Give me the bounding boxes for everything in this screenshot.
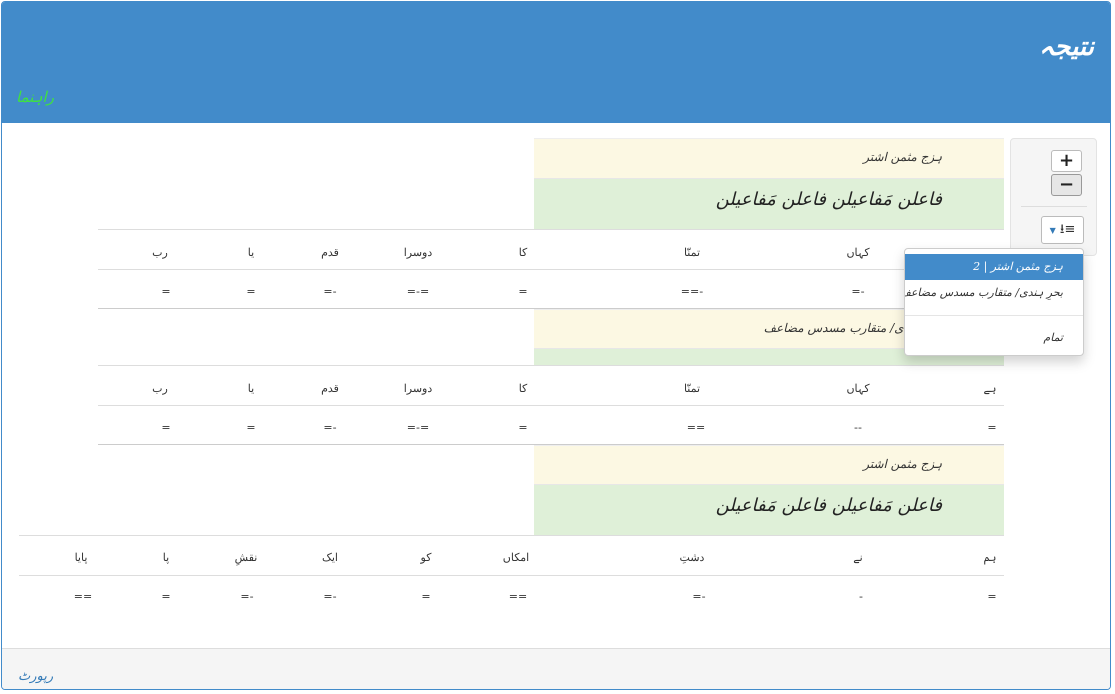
scansion-code: =-= (406, 285, 430, 298)
results-panel: نتیجہ راہنما ہزج مثمن اشتر فاعلن مَفاعیل… (1, 1, 1111, 690)
report-link[interactable]: رپورٹ (18, 669, 53, 684)
word: تمنّا (683, 246, 701, 259)
scansion-code: = (246, 421, 256, 434)
word: کا (518, 246, 528, 259)
word: قدم (321, 382, 339, 395)
scansion-code: =- (323, 590, 337, 603)
meter-name: ہزج مثمن اشتر (534, 138, 1004, 178)
word: یا (247, 382, 255, 395)
scansion-code: = (421, 590, 431, 603)
word: ہے (983, 382, 997, 395)
word: نقشِ (234, 551, 258, 564)
word: تمنّا (683, 382, 701, 395)
word: دوسرا (403, 382, 433, 395)
divider (98, 269, 1004, 270)
word: پا (162, 551, 170, 564)
meter-feet: فاعلن مَفاعیلن فاعلن مَفاعیلن (534, 178, 1004, 229)
word: رب (152, 382, 168, 395)
scansion-code: = (987, 590, 997, 603)
sort-icon: ⭳≡ (1059, 222, 1076, 237)
divider (98, 229, 1004, 230)
scansion-code: = (161, 285, 171, 298)
word: دشتِ (679, 551, 705, 564)
scansion-code: =- (851, 285, 865, 298)
meter-feet: فاعلن مَفاعیلن فاعلن مَفاعیلن (534, 484, 1004, 535)
word: یا (247, 246, 255, 259)
divider (1021, 206, 1087, 207)
meter-name: ہزج مثمن اشتر (534, 445, 1004, 485)
word: ایک (322, 551, 338, 564)
page-title: نتیجہ (1039, 32, 1094, 62)
word: نے (853, 551, 863, 564)
dropdown-item[interactable]: ہزج مثمن اشتر | 2 (905, 254, 1083, 280)
scansion-code: = (161, 590, 171, 603)
word: دوسرا (403, 246, 433, 259)
scansion-code: = (246, 285, 256, 298)
word: پایا (74, 551, 88, 564)
dropdown-item[interactable]: بحرِ ہندی/ متقارب مسدس مضاعف | 1 (905, 280, 1083, 306)
zoom-in-button[interactable]: + (1051, 150, 1082, 172)
zoom-out-button[interactable]: − (1051, 174, 1082, 196)
scansion-code: =- (692, 590, 706, 603)
scansion-code: = (161, 421, 171, 434)
divider (98, 365, 1004, 366)
scansion-code: = (518, 285, 528, 298)
scansion-code: == (686, 421, 706, 434)
divider (19, 575, 1004, 576)
meter-dropdown-menu: ہزج مثمن اشتر | 2 بحرِ ہندی/ متقارب مسدس… (904, 248, 1084, 356)
scansion-code: = (518, 421, 528, 434)
scansion-code: == (73, 590, 93, 603)
panel-footer: رپورٹ (2, 648, 1110, 689)
scansion-code: = (987, 421, 997, 434)
panel-heading: نتیجہ راہنما (2, 2, 1110, 123)
scansion-code: == (508, 590, 528, 603)
scansion-code: ==- (680, 285, 704, 298)
help-link[interactable]: راہنما (16, 88, 54, 106)
scansion-code: -- (854, 421, 862, 434)
dropdown-item-all[interactable]: تمام (905, 325, 1083, 351)
word: کو (420, 551, 432, 564)
toolbox: + − ▼ ⭳≡ (1010, 138, 1097, 256)
sort-dropdown-button[interactable]: ▼ ⭳≡ (1041, 216, 1084, 244)
word: امکاں (502, 551, 530, 564)
caret-down-icon: ▼ (1049, 226, 1056, 235)
word: کہاں (846, 382, 870, 395)
divider (905, 315, 1083, 316)
divider (98, 405, 1004, 406)
scansion-code: =- (240, 590, 254, 603)
word: کہاں (846, 246, 870, 259)
scansion-code: =-= (406, 421, 430, 434)
word: کا (518, 382, 528, 395)
word: رب (152, 246, 168, 259)
divider (19, 535, 1004, 536)
word: قدم (321, 246, 339, 259)
scansion-code: =- (323, 285, 337, 298)
scansion-code: - (859, 590, 863, 603)
word: ہم (983, 551, 997, 564)
scansion-code: =- (323, 421, 337, 434)
